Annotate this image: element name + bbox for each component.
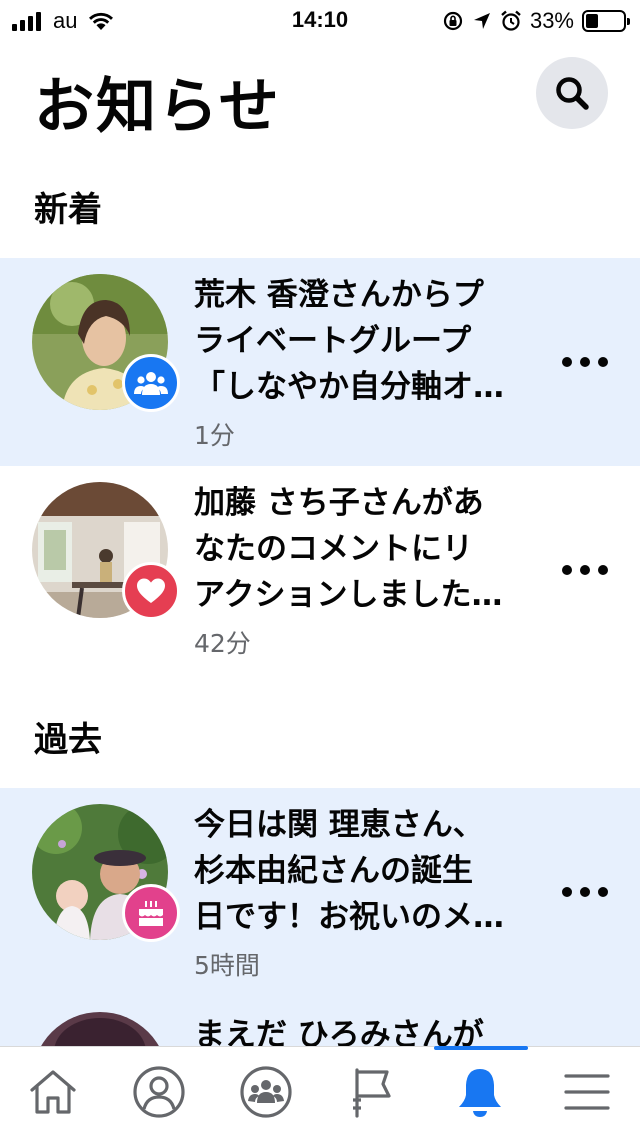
notification-item[interactable]: 今日は関 理恵さん、 杉本由紀さんの誕生 日です！お祝いのメ… 5時間 [0, 788, 640, 998]
notification-time: 42分 [194, 629, 251, 658]
notification-line: 今日は関 理恵さん、 [194, 807, 484, 843]
nav-profile[interactable] [106, 1047, 212, 1136]
notification-line: 杉本由紀さんの誕生 [194, 853, 473, 889]
heart-icon [137, 578, 165, 603]
group-badge [122, 354, 180, 412]
reaction-badge [122, 562, 180, 620]
notification-text: まえだ ひろみさんが [194, 1012, 534, 1046]
groups-icon [240, 1066, 292, 1118]
avatar [32, 1012, 168, 1046]
notification-line: なたのコメントにリ [194, 531, 473, 567]
notification-line: ライベートグループ [194, 323, 472, 359]
page-title: お知らせ [34, 72, 281, 142]
notification-line: 加藤 さち子さんがあ [194, 485, 484, 521]
notification-item[interactable]: 荒木 香澄さんからプ ライベートグループ 「しなやか自分軸オ… 1分 [0, 258, 640, 466]
location-arrow-icon [473, 13, 490, 29]
cake-icon [139, 901, 163, 926]
bottom-navigation [0, 1046, 640, 1136]
group-icon [134, 372, 168, 395]
nav-notifications[interactable] [427, 1047, 533, 1136]
menu-icon [564, 1074, 610, 1110]
notification-item[interactable]: 加藤 さち子さんがあ なたのコメントにリ アクションしました… 42分 [0, 466, 640, 676]
active-tab-indicator [434, 1046, 528, 1050]
battery-percent: 33% [529, 8, 574, 33]
home-icon [30, 1070, 76, 1114]
notification-line: 「しなやか自分軸オ… [194, 369, 504, 405]
orientation-lock-icon [443, 11, 463, 31]
pages-flag-icon [353, 1068, 391, 1118]
status-bar: au 14:10 33% [0, 0, 640, 40]
status-right: 33% [442, 8, 630, 34]
section-title-new: 新着 [34, 190, 102, 230]
nav-menu[interactable] [534, 1047, 640, 1136]
nav-home[interactable] [0, 1047, 106, 1136]
search-button[interactable] [536, 57, 608, 129]
notification-text: 今日は関 理恵さん、 杉本由紀さんの誕生 日です！お祝いのメ… [194, 802, 534, 940]
more-options-button[interactable] [562, 558, 608, 582]
section-title-past: 過去 [34, 720, 102, 760]
notification-time: 1分 [194, 421, 235, 450]
notification-line: 荒木 香澄さんからプ [194, 277, 484, 313]
more-options-button[interactable] [562, 880, 608, 904]
birthday-badge [122, 884, 180, 942]
notifications-bell-icon [459, 1069, 501, 1117]
profile-icon [133, 1066, 185, 1118]
notification-line: まえだ ひろみさんが [194, 1017, 484, 1046]
notification-line: アクションしました… [194, 577, 503, 613]
notification-item[interactable]: まえだ ひろみさんが [0, 998, 640, 1046]
battery-icon [582, 10, 630, 32]
more-options-button[interactable] [562, 350, 608, 374]
notification-text: 加藤 さち子さんがあ なたのコメントにリ アクションしました… [194, 480, 534, 618]
notification-line: 日です！お祝いのメ… [194, 899, 504, 935]
battery-level [586, 14, 598, 28]
alarm-icon [501, 10, 521, 31]
search-icon [556, 77, 589, 110]
nav-pages[interactable] [320, 1047, 426, 1136]
notification-time: 5時間 [194, 951, 260, 980]
nav-groups[interactable] [213, 1047, 319, 1136]
notification-text: 荒木 香澄さんからプ ライベートグループ 「しなやか自分軸オ… [194, 272, 534, 410]
